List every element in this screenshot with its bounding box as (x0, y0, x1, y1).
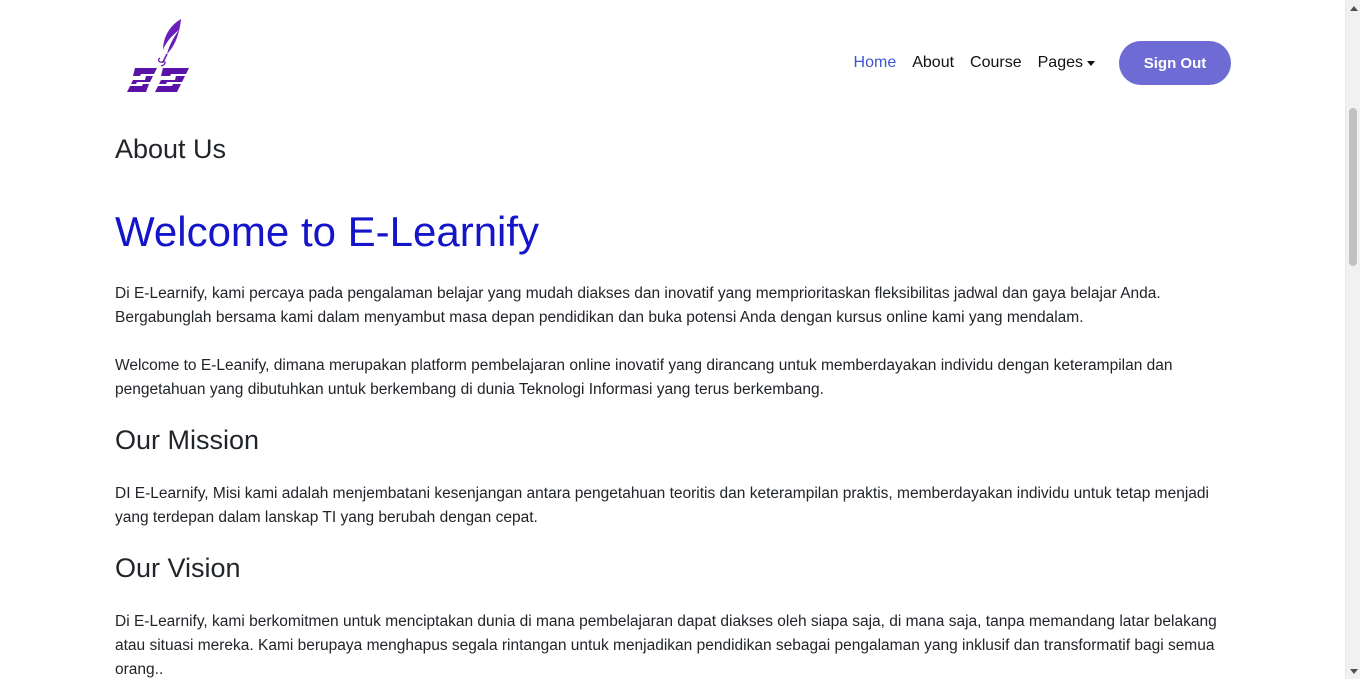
nav-dropdown-pages[interactable]: Pages (1038, 54, 1095, 72)
nav-link-course[interactable]: Course (970, 54, 1022, 72)
main-content: About Us Welcome to E-Learnify Di E-Lear… (115, 130, 1231, 679)
navbar: Home About Course Pages Sign Out (115, 0, 1231, 124)
intro-paragraph-2: Welcome to E-Leanify, dimana merupakan p… (115, 357, 1173, 398)
nav-link-pages-label: Pages (1037, 54, 1083, 71)
scrollbar-thumb[interactable] (1349, 108, 1357, 266)
quill-logo-icon[interactable] (127, 16, 193, 98)
sign-out-button[interactable]: Sign Out (1119, 41, 1231, 85)
intro-paragraph-1: Di E-Learnify, kami percaya pada pengala… (115, 285, 1161, 326)
mission-text: DI E-Learnify, Misi kami adalah menjemba… (115, 485, 1209, 526)
vertical-scrollbar[interactable] (1345, 0, 1360, 679)
caret-down-icon (1087, 60, 1095, 66)
nav-link-about[interactable]: About (912, 54, 954, 72)
nav-link-home[interactable]: Home (854, 54, 897, 72)
welcome-heading: Welcome to E-Learnify (115, 208, 540, 255)
vision-heading: Our Vision (115, 553, 241, 583)
page: Home About Course Pages Sign Out About U… (0, 0, 1345, 679)
scroll-up-arrow-icon[interactable] (1346, 0, 1360, 15)
vision-text: Di E-Learnify, kami berkomitmen untuk me… (115, 613, 1217, 678)
scroll-down-arrow-icon[interactable] (1346, 664, 1360, 679)
nav-links: Home About Course Pages Sign Out (838, 41, 1231, 85)
mission-heading: Our Mission (115, 425, 260, 455)
page-title: About Us (115, 134, 227, 164)
